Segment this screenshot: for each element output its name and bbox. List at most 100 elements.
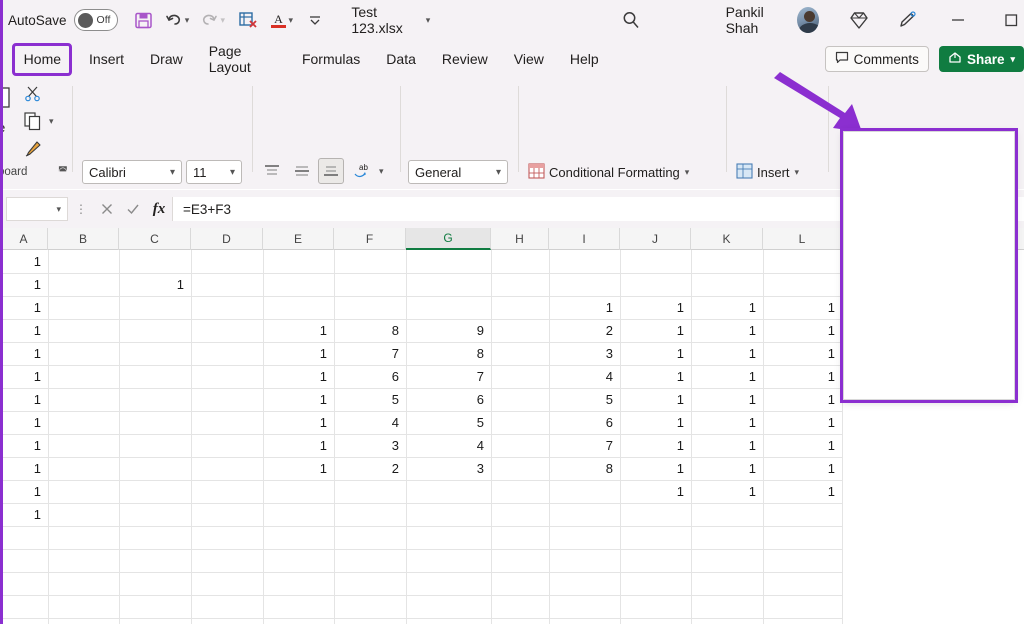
undo-chevron-down-icon[interactable]: ▾	[185, 15, 190, 26]
column-header-f[interactable]: F	[334, 228, 406, 250]
cell-I5[interactable]: 3	[549, 342, 620, 364]
customize-quick-access-icon[interactable]	[305, 4, 325, 36]
cell-I4[interactable]: 2	[549, 319, 620, 341]
cell-F10[interactable]: 2	[334, 457, 406, 479]
document-title-chevron-down-icon[interactable]: ▾	[426, 15, 431, 26]
tab-view[interactable]: View	[504, 47, 554, 71]
cell-L11[interactable]: 1	[763, 480, 842, 502]
cell-E10[interactable]: 1	[263, 457, 334, 479]
cell-J11[interactable]: 1	[620, 480, 691, 502]
conditional-formatting-button[interactable]: Conditional Formatting ▾	[528, 161, 689, 183]
cell-K5[interactable]: 1	[691, 342, 763, 364]
cell-J8[interactable]: 1	[620, 411, 691, 433]
number-format-select[interactable]: General ▾	[408, 160, 508, 184]
cell-A8[interactable]: 1	[0, 411, 48, 433]
cell-E6[interactable]: 1	[263, 365, 334, 387]
column-header-j[interactable]: J	[620, 228, 691, 250]
document-title[interactable]: Test 123.xlsx	[351, 4, 419, 36]
name-box-chevron-down-icon[interactable]: ▾	[56, 204, 61, 215]
cell-A5[interactable]: 1	[0, 342, 48, 364]
cell-A7[interactable]: 1	[0, 388, 48, 410]
cell-F6[interactable]: 6	[334, 365, 406, 387]
cell-K7[interactable]: 1	[691, 388, 763, 410]
cell-L8[interactable]: 1	[763, 411, 842, 433]
user-name-label[interactable]: Pankil Shah	[726, 4, 789, 36]
copy-chevron-down-icon[interactable]: ▾	[49, 116, 54, 127]
tab-review[interactable]: Review	[432, 47, 498, 71]
cell-A3[interactable]: 1	[0, 296, 48, 318]
cell-L9[interactable]: 1	[763, 434, 842, 456]
cell-E8[interactable]: 1	[263, 411, 334, 433]
cell-J3[interactable]: 1	[620, 296, 691, 318]
cell-K3[interactable]: 1	[691, 296, 763, 318]
cell-I8[interactable]: 6	[549, 411, 620, 433]
autosave-toggle[interactable]: Off	[74, 9, 118, 31]
cell-L5[interactable]: 1	[763, 342, 842, 364]
cell-K11[interactable]: 1	[691, 480, 763, 502]
column-header-k[interactable]: K	[691, 228, 763, 250]
formula-bar-more-icon[interactable]: ⋮	[68, 197, 94, 221]
font-color-icon[interactable]: A	[269, 4, 288, 36]
column-header-i[interactable]: I	[549, 228, 620, 250]
cell-G4[interactable]: 9	[406, 319, 491, 341]
fill-dropdown-menu[interactable]	[843, 131, 1015, 400]
tab-formulas[interactable]: Formulas	[292, 47, 370, 71]
clipboard-dialog-launcher[interactable]: ◚	[58, 166, 68, 177]
cell-C2[interactable]: 1	[119, 273, 191, 295]
align-top-icon[interactable]	[260, 160, 284, 182]
cell-F5[interactable]: 7	[334, 342, 406, 364]
cell-K9[interactable]: 1	[691, 434, 763, 456]
cell-J7[interactable]: 1	[620, 388, 691, 410]
avatar[interactable]	[797, 7, 819, 33]
font-name-input[interactable]: Calibri ▾	[82, 160, 182, 184]
cell-J4[interactable]: 1	[620, 319, 691, 341]
font-name-chevron-down-icon[interactable]: ▾	[170, 167, 175, 178]
cell-K8[interactable]: 1	[691, 411, 763, 433]
cancel-x-icon[interactable]	[94, 197, 120, 221]
font-size-chevron-down-icon[interactable]: ▾	[230, 167, 235, 178]
text-orientation-icon[interactable]: ab	[350, 160, 374, 182]
column-header-b[interactable]: B	[48, 228, 119, 250]
cell-K4[interactable]: 1	[691, 319, 763, 341]
tab-home[interactable]: Home	[14, 47, 71, 71]
column-header-l[interactable]: L	[763, 228, 842, 250]
cell-A12[interactable]: 1	[0, 503, 48, 525]
search-icon[interactable]	[618, 4, 643, 36]
enter-check-icon[interactable]	[120, 197, 146, 221]
cell-G5[interactable]: 8	[406, 342, 491, 364]
cell-I3[interactable]: 1	[549, 296, 620, 318]
cell-A10[interactable]: 1	[0, 457, 48, 479]
insert-function-fx-icon[interactable]: fx	[146, 197, 172, 221]
tab-page-layout[interactable]: Page Layout	[199, 39, 286, 79]
cell-E5[interactable]: 1	[263, 342, 334, 364]
undo-icon[interactable]	[163, 4, 183, 36]
conditional-formatting-chevron-down-icon[interactable]: ▾	[685, 167, 690, 178]
cell-A6[interactable]: 1	[0, 365, 48, 387]
share-button[interactable]: Share ▾	[939, 46, 1024, 72]
cell-F7[interactable]: 5	[334, 388, 406, 410]
tab-insert[interactable]: Insert	[79, 47, 134, 71]
share-chevron-down-icon[interactable]: ▾	[1010, 54, 1015, 65]
number-format-chevron-down-icon[interactable]: ▾	[496, 167, 501, 178]
cell-J5[interactable]: 1	[620, 342, 691, 364]
align-middle-icon[interactable]	[290, 160, 314, 182]
name-box[interactable]: ▾	[6, 197, 68, 221]
microsoft-365-diamond-icon[interactable]	[847, 4, 872, 36]
cell-G6[interactable]: 7	[406, 365, 491, 387]
cell-L3[interactable]: 1	[763, 296, 842, 318]
tab-draw[interactable]: Draw	[140, 47, 193, 71]
cell-F9[interactable]: 3	[334, 434, 406, 456]
cell-I10[interactable]: 8	[549, 457, 620, 479]
cell-F4[interactable]: 8	[334, 319, 406, 341]
cell-E4[interactable]: 1	[263, 319, 334, 341]
tab-help[interactable]: Help	[560, 47, 609, 71]
cell-A11[interactable]: 1	[0, 480, 48, 502]
cell-K10[interactable]: 1	[691, 457, 763, 479]
maximize-icon[interactable]	[999, 4, 1024, 36]
cell-F8[interactable]: 4	[334, 411, 406, 433]
cell-L6[interactable]: 1	[763, 365, 842, 387]
tab-data[interactable]: Data	[376, 47, 426, 71]
column-header-d[interactable]: D	[191, 228, 263, 250]
orientation-chevron-down-icon[interactable]: ▾	[379, 166, 384, 177]
cell-A9[interactable]: 1	[0, 434, 48, 456]
